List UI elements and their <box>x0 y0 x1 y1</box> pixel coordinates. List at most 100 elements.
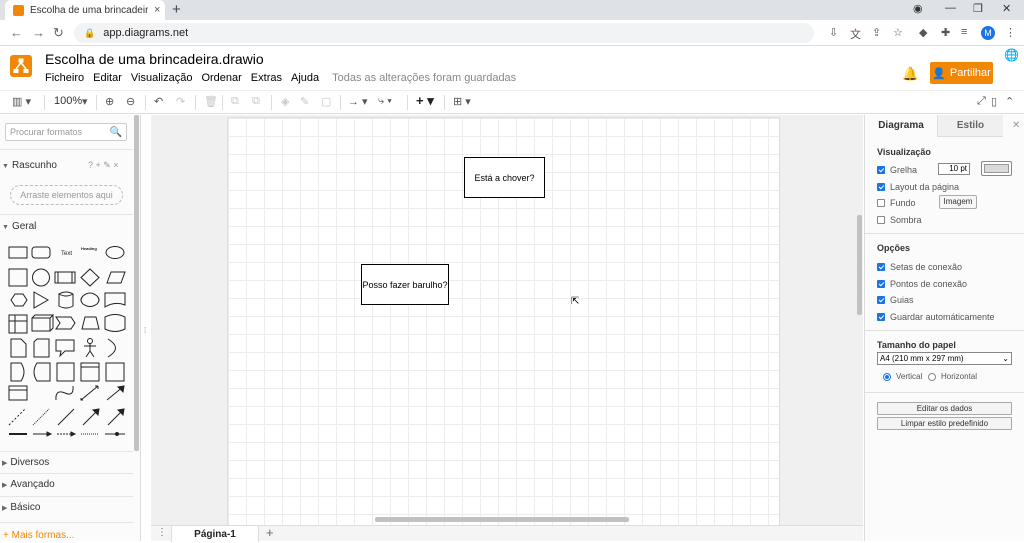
diagram-page[interactable]: Está a chover? Posso fazer barulho? <box>227 117 780 525</box>
clear-default-style-button[interactable]: Limpar estilo predefinido <box>877 417 1012 430</box>
url-field[interactable]: 🔒 app.diagrams.net <box>74 23 814 43</box>
new-tab-button[interactable]: + <box>172 1 181 18</box>
chrome-menu-icon[interactable]: ⋮ <box>1005 26 1016 39</box>
table-icon[interactable]: ⊞ ▾ <box>453 95 471 108</box>
page-view-checkbox[interactable]: Layout da página <box>877 182 959 192</box>
paper-size-select[interactable]: A4 (210 mm x 297 mm) ⌄ <box>877 352 1012 365</box>
general-header[interactable]: ▼ Geral <box>2 221 36 232</box>
close-panel-icon[interactable]: ✕ <box>1012 120 1020 131</box>
background-checkbox[interactable]: Fundo <box>877 198 916 208</box>
expand-triangle-icon: ▶ <box>2 482 8 489</box>
language-globe-icon[interactable]: 🌐 <box>1004 48 1019 62</box>
profile-avatar[interactable]: M <box>981 26 995 40</box>
fill-color-icon[interactable]: ◈ <box>281 95 289 108</box>
zoom-in-icon[interactable]: ⊕ <box>105 95 114 108</box>
general-shape-palette[interactable]: Text Heading <box>7 242 129 442</box>
shapes-sidebar: Procurar formatos 🔍 ▼ Rascunho ? + ✎ × Ar… <box>0 115 141 541</box>
back-icon[interactable]: ← <box>10 25 23 40</box>
user-icon: 👤 <box>932 67 946 80</box>
general-title: Geral <box>11 221 37 232</box>
reading-list-icon[interactable]: ≡ <box>961 26 967 38</box>
grid-color-button[interactable] <box>981 161 1012 176</box>
left-scrollbar[interactable] <box>134 115 139 451</box>
save-status[interactable]: Todas as alterações foram guardadas <box>332 72 516 84</box>
toolbar: ▥ ▾ 100% ▾ ⊕ ⊖ ↶ ↷ 🗑 ⧉ ⧉ ◈ ✎ ▢ → ▾ ⤷ ▾ +… <box>0 90 1024 114</box>
undo-icon[interactable]: ↶ <box>154 95 163 108</box>
document-title[interactable]: Escolha de uma brincadeira.drawio <box>45 51 264 67</box>
landscape-radio[interactable]: Horizontal <box>928 372 977 381</box>
checkbox-icon <box>877 263 885 271</box>
to-back-icon[interactable]: ⧉ <box>252 95 260 108</box>
delete-icon[interactable]: 🗑 <box>204 95 218 108</box>
shadow-checkbox[interactable]: Sombra <box>877 215 922 225</box>
connection-style-icon[interactable]: → ▾ <box>348 95 368 108</box>
autosave-checkbox[interactable]: Guardar automáticamente <box>877 312 995 322</box>
page-menu-icon[interactable]: ⋮ <box>157 527 167 538</box>
add-page-icon[interactable]: + <box>266 525 274 540</box>
scratchpad-dropzone[interactable]: Arraste elementos aqui <box>10 185 123 205</box>
tab-close-icon[interactable]: × <box>154 4 160 16</box>
media-control-icon[interactable]: ◉ <box>913 2 923 15</box>
splitter-handle[interactable]: ⁞ <box>144 326 146 335</box>
menu-help[interactable]: Ajuda <box>291 72 319 84</box>
tab-diagram[interactable]: Diagrama <box>865 115 937 137</box>
insert-plus-icon[interactable]: + ▾ <box>416 93 434 109</box>
diagram-canvas[interactable]: Está a chover? Posso fazer barulho? ⇱ <box>151 115 863 525</box>
forward-icon[interactable]: → <box>32 25 45 40</box>
more-shapes-button[interactable]: + Mais formas... <box>3 530 74 541</box>
radio-icon <box>883 372 891 381</box>
connection-arrows-checkbox[interactable]: Setas de conexão <box>877 262 962 272</box>
section-advanced[interactable]: ▶ Avançado <box>2 479 55 490</box>
panel-toggle-icon[interactable]: ▥ ▾ <box>12 95 31 108</box>
canvas-horizontal-scrollbar[interactable] <box>375 517 629 522</box>
page-tab[interactable]: Página-1 <box>171 526 259 542</box>
menu-arrange[interactable]: Ordenar <box>201 72 241 84</box>
connection-points-checkbox[interactable]: Pontos de conexão <box>877 279 967 289</box>
diagram-node[interactable]: Posso fazer barulho? <box>361 264 449 305</box>
zoom-dropdown-icon[interactable]: ▾ <box>82 95 88 108</box>
waypoints-icon[interactable]: ⤷ ▾ <box>378 95 392 108</box>
zoom-out-icon[interactable]: ⊖ <box>126 95 135 108</box>
menu-view[interactable]: Visualização <box>131 72 193 84</box>
grid-size-input[interactable]: 10 pt <box>938 163 970 175</box>
menu-file[interactable]: Ficheiro <box>45 72 84 84</box>
portrait-radio[interactable]: Vertical <box>883 372 922 381</box>
grid-checkbox[interactable]: Grelha <box>877 165 917 175</box>
window-close-icon[interactable]: ✕ <box>1002 2 1011 15</box>
fullscreen-icon[interactable]: ⤢ <box>977 95 986 108</box>
canvas-vertical-scrollbar[interactable] <box>857 215 862 315</box>
checkbox-icon <box>877 199 885 207</box>
guides-checkbox[interactable]: Guias <box>877 295 914 305</box>
to-front-icon[interactable]: ⧉ <box>231 95 239 108</box>
restore-icon[interactable]: ❐ <box>973 2 983 15</box>
menu-extras[interactable]: Extras <box>251 72 282 84</box>
zoom-level[interactable]: 100% <box>54 95 82 107</box>
section-basic[interactable]: ▶ Básico <box>2 502 40 513</box>
reload-icon[interactable]: ↻ <box>53 25 64 41</box>
collapse-icon[interactable]: ⌃ <box>1005 95 1014 108</box>
redo-icon[interactable]: ↷ <box>176 95 185 108</box>
format-panel-icon[interactable]: ▯ <box>991 95 997 108</box>
diagram-node[interactable]: Está a chover? <box>464 157 545 198</box>
notification-bell-icon[interactable]: 🔔 <box>902 66 918 82</box>
minimize-icon[interactable]: — <box>945 2 956 14</box>
tab-style[interactable]: Estilo <box>937 115 1003 137</box>
edit-data-button[interactable]: Editar os dados <box>877 402 1012 415</box>
extension-icon[interactable]: ◆ <box>919 26 927 39</box>
search-icon[interactable]: 🔍 <box>110 125 122 141</box>
translate-icon[interactable]: 文 <box>850 26 861 42</box>
scratchpad-header[interactable]: ▼ Rascunho <box>2 160 57 171</box>
line-color-icon[interactable]: ✎ <box>300 95 309 108</box>
puzzle-icon[interactable]: ✚ <box>941 26 950 39</box>
section-misc[interactable]: ▶ Diversos <box>2 457 49 468</box>
browser-tab[interactable]: Escolha de uma brincadeira.drawio × <box>5 0 165 20</box>
share-button[interactable]: 👤 Partilhar <box>930 62 993 84</box>
shadow-icon[interactable]: ▢ <box>321 95 331 108</box>
background-image-button[interactable]: Imagem <box>939 195 977 209</box>
share-page-icon[interactable]: ⇪ <box>872 26 881 39</box>
shape-search-input[interactable]: Procurar formatos 🔍 <box>5 123 127 141</box>
scratchpad-tools[interactable]: ? + ✎ × <box>88 160 119 171</box>
bookmark-star-icon[interactable]: ☆ <box>893 26 903 39</box>
menu-edit[interactable]: Editar <box>93 72 122 84</box>
install-app-icon[interactable]: ⇩ <box>829 26 838 39</box>
